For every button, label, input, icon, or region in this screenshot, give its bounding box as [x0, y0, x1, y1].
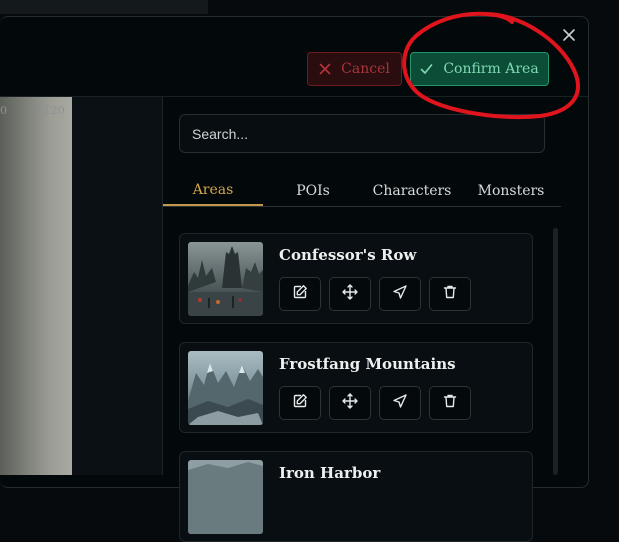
confirm-area-button[interactable]: Confirm Area	[410, 52, 549, 86]
navigate-button[interactable]	[379, 386, 421, 420]
list-item[interactable]: Iron Harbor	[179, 451, 533, 542]
pane-divider	[162, 97, 163, 475]
close-icon[interactable]	[561, 27, 577, 43]
trash-icon	[442, 284, 458, 304]
x-icon	[319, 63, 331, 75]
move-button[interactable]	[329, 386, 371, 420]
navigate-icon	[392, 284, 408, 304]
tab-characters[interactable]: Characters	[362, 176, 462, 206]
confirm-label: Confirm Area	[443, 61, 539, 77]
move-button[interactable]	[329, 277, 371, 311]
trash-icon	[442, 393, 458, 413]
map-region-preview	[0, 97, 72, 475]
area-thumbnail	[188, 351, 263, 425]
edit-icon	[292, 284, 308, 304]
map-coordinate-label: -3120	[33, 104, 65, 117]
delete-button[interactable]	[429, 277, 471, 311]
area-name: Iron Harbor	[279, 464, 381, 482]
navigate-icon	[392, 393, 408, 413]
area-thumbnail	[188, 242, 263, 316]
tab-pois[interactable]: POIs	[263, 176, 363, 206]
cancel-label: Cancel	[341, 61, 390, 77]
background-window-bar	[0, 0, 208, 14]
area-name: Confessor's Row	[279, 246, 417, 264]
area-thumbnail	[188, 460, 263, 534]
list-item[interactable]: Confessor's Row	[179, 233, 533, 324]
navigate-button[interactable]	[379, 277, 421, 311]
cancel-button[interactable]: Cancel	[307, 52, 402, 86]
list-item[interactable]: Frostfang Mountains	[179, 342, 533, 433]
edit-button[interactable]	[279, 386, 321, 420]
tab-monsters[interactable]: Monsters	[461, 176, 561, 206]
edit-icon	[292, 393, 308, 413]
scrollbar[interactable]	[553, 228, 558, 475]
search-input[interactable]	[179, 114, 545, 153]
tabs-underline	[163, 206, 561, 207]
move-icon	[342, 284, 358, 304]
delete-button[interactable]	[429, 386, 471, 420]
area-name: Frostfang Mountains	[279, 355, 456, 373]
tab-areas[interactable]: Areas	[163, 176, 263, 206]
check-icon	[420, 63, 433, 75]
move-icon	[342, 393, 358, 413]
map-coordinate-label: 0	[0, 104, 7, 117]
edit-button[interactable]	[279, 277, 321, 311]
